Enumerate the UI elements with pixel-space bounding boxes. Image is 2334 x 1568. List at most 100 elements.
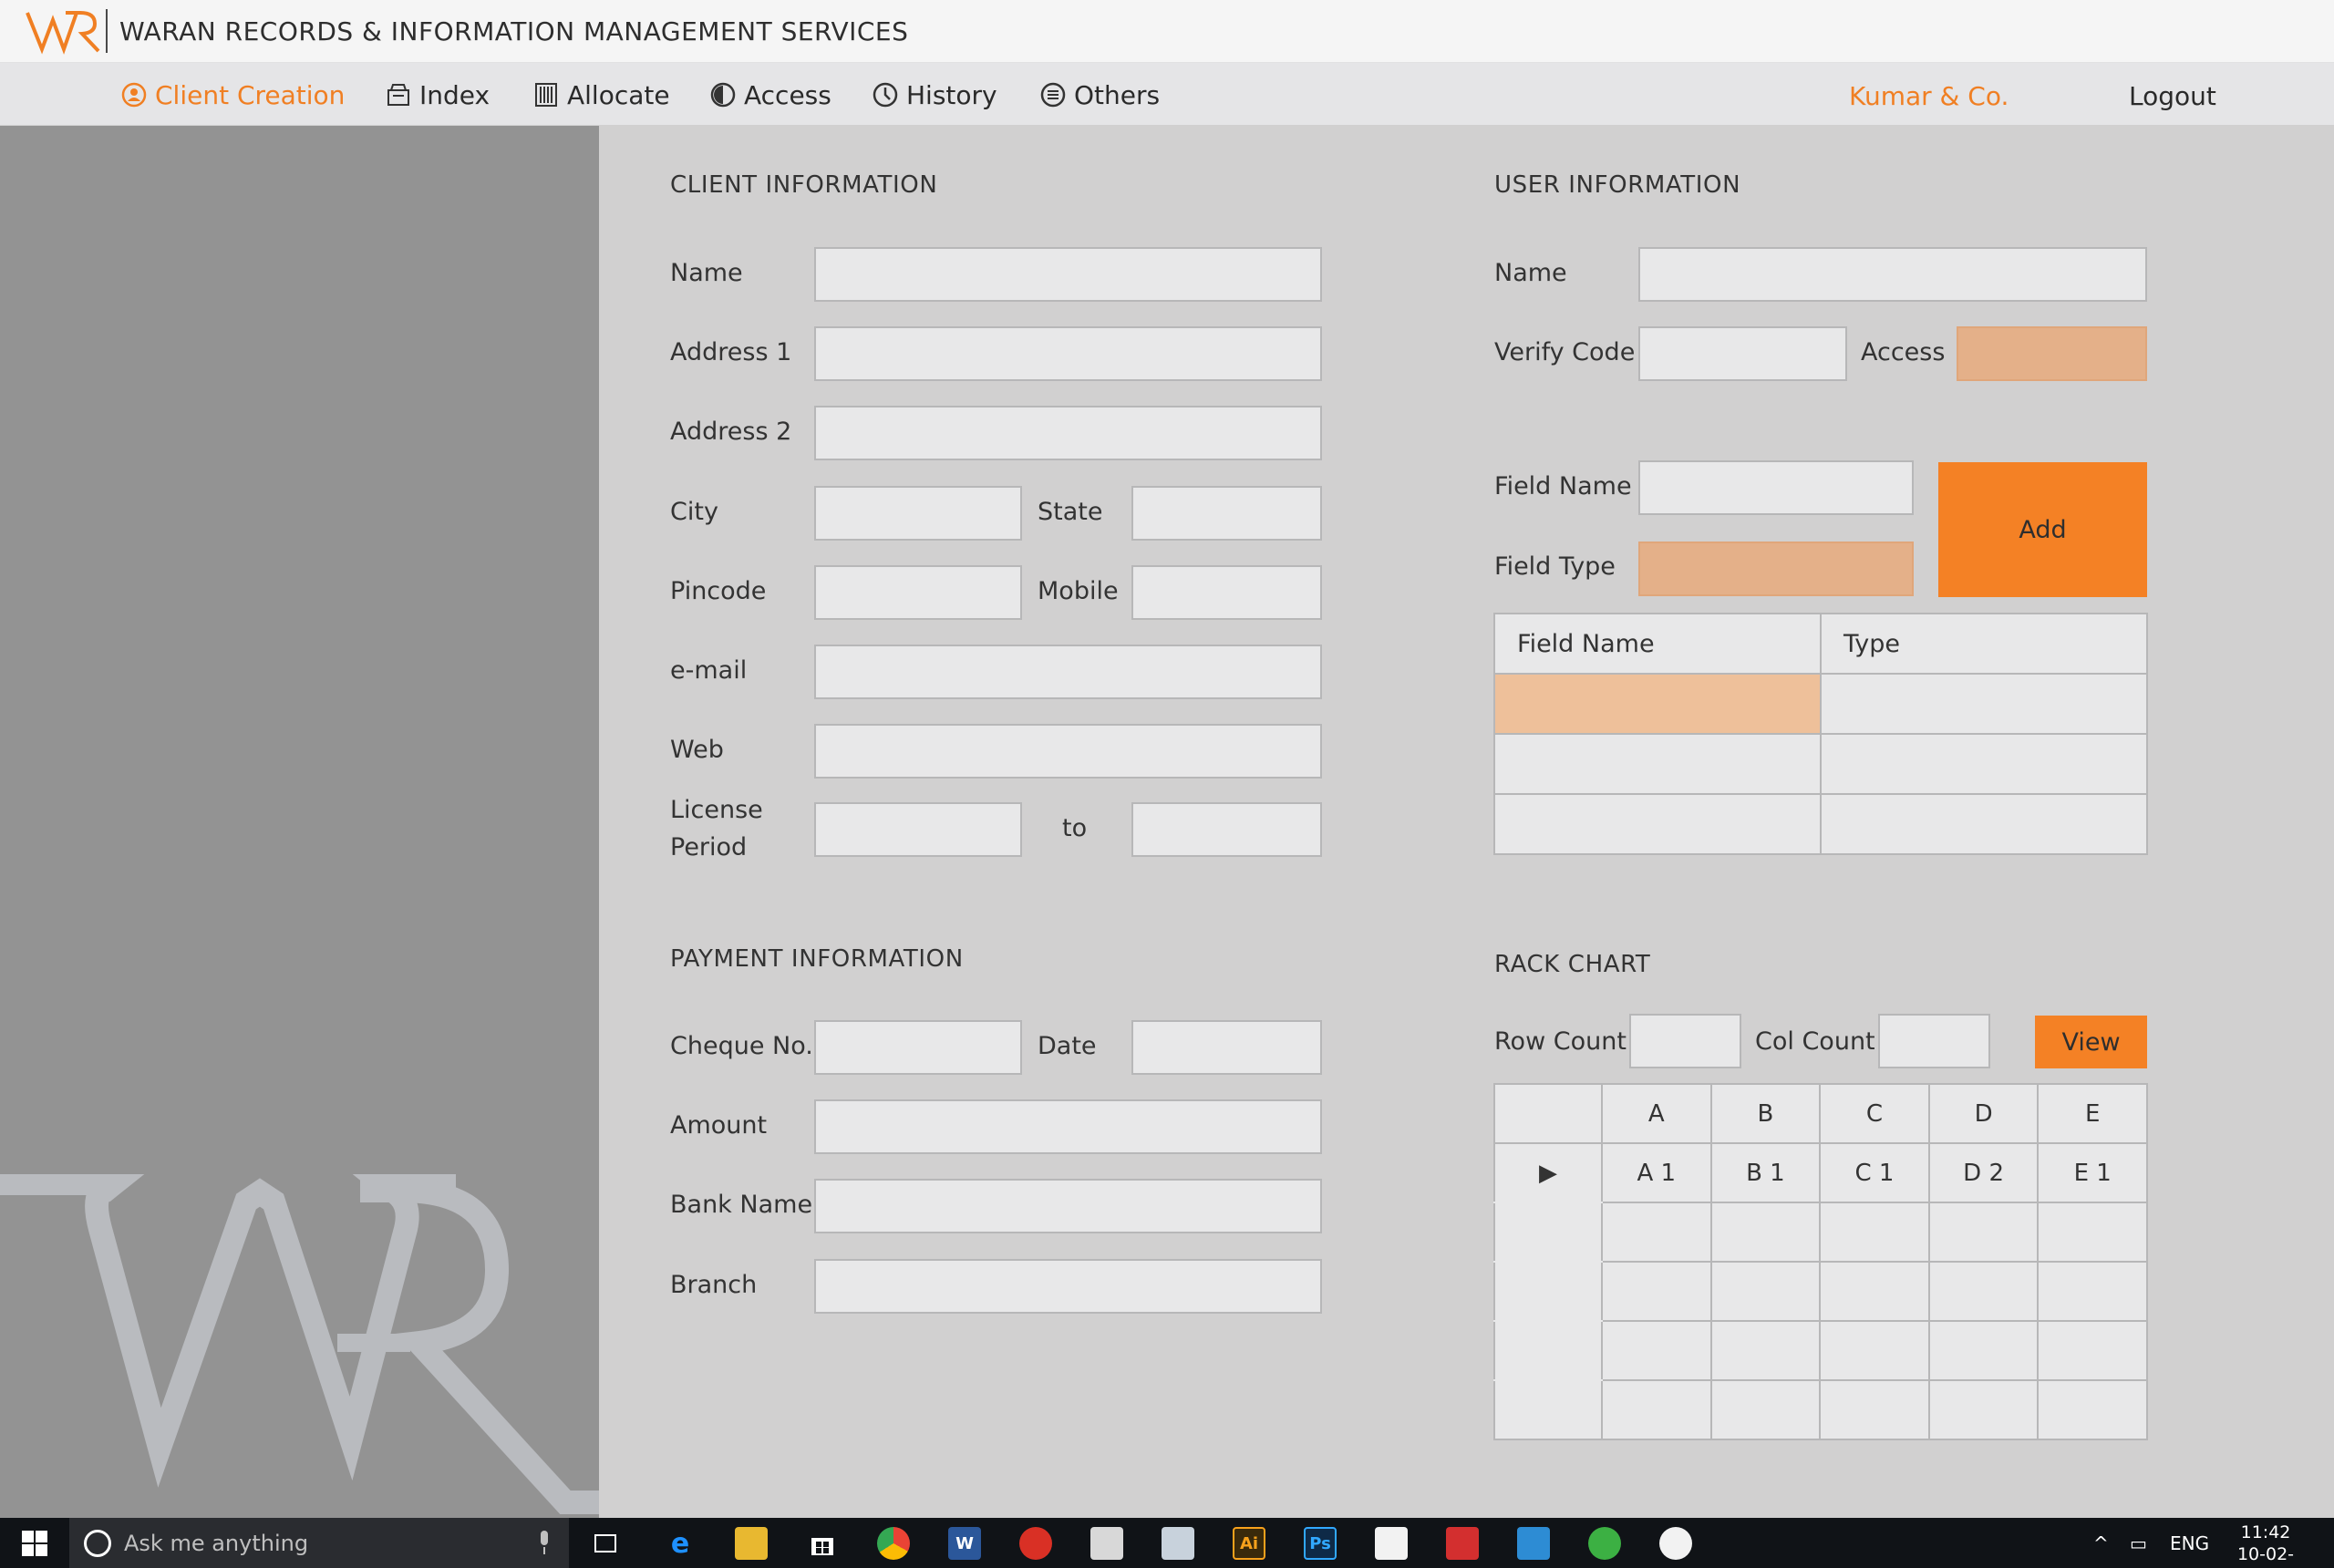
table-row[interactable]	[1493, 733, 2148, 795]
view-button[interactable]: View	[2035, 1016, 2147, 1068]
network-app-icon[interactable]	[1162, 1527, 1194, 1560]
rack-cell[interactable]	[1819, 1320, 1930, 1381]
table-row[interactable]	[1493, 1202, 2148, 1263]
greenshot-icon[interactable]	[1588, 1527, 1621, 1560]
rack-cell[interactable]	[1601, 1202, 1712, 1263]
rack-cell[interactable]	[1927, 1379, 2040, 1440]
rack-cell[interactable]	[2037, 1320, 2148, 1381]
language-indicator[interactable]: ENG	[2170, 1518, 2209, 1568]
microphone-icon[interactable]	[538, 1531, 551, 1554]
field-type-select[interactable]	[1638, 542, 1914, 596]
photoshop-icon[interactable]: Ps	[1304, 1527, 1337, 1560]
nav-client-creation[interactable]: Client Creation	[120, 79, 345, 110]
state-input[interactable]	[1131, 486, 1322, 541]
client-name-input[interactable]	[814, 247, 1322, 302]
nav-index[interactable]: Index	[385, 79, 490, 110]
rack-cell[interactable]	[1601, 1261, 1712, 1322]
chrome-icon[interactable]	[877, 1527, 910, 1560]
rack-cell[interactable]	[1601, 1320, 1712, 1381]
others-icon	[1039, 81, 1067, 108]
acrobat-icon[interactable]	[1446, 1527, 1479, 1560]
branch-input[interactable]	[814, 1259, 1322, 1314]
rack-cell[interactable]	[1601, 1379, 1712, 1440]
table-row[interactable]	[1493, 1379, 2148, 1440]
rack-cell[interactable]	[1927, 1320, 2040, 1381]
pincode-input[interactable]	[814, 565, 1022, 620]
table-cell[interactable]	[1820, 673, 2148, 735]
logout-link[interactable]: Logout	[2129, 81, 2216, 111]
app-title: WARAN RECORDS & INFORMATION MANAGEMENT S…	[119, 16, 909, 46]
rack-cell[interactable]	[2037, 1379, 2148, 1440]
rack-cell[interactable]	[1819, 1261, 1930, 1322]
calculator-icon[interactable]	[1090, 1527, 1123, 1560]
access-select[interactable]	[1957, 326, 2147, 381]
task-view-icon[interactable]	[589, 1527, 622, 1560]
date-input[interactable]	[1131, 1020, 1322, 1075]
rack-cell[interactable]	[1927, 1202, 2040, 1263]
email-input[interactable]	[814, 645, 1322, 699]
table-row[interactable]: ▶ A 1 B 1 C 1 D 2 E 1	[1493, 1142, 2148, 1203]
table-cell[interactable]	[1820, 733, 2148, 795]
table-cell[interactable]	[1493, 673, 1822, 735]
rack-cell[interactable]	[1709, 1261, 1822, 1322]
field-type-label: Field Type	[1494, 552, 1616, 581]
itunes-icon[interactable]	[1659, 1527, 1692, 1560]
table-row[interactable]	[1493, 793, 2148, 855]
field-name-input[interactable]	[1638, 460, 1914, 515]
rack-cell[interactable]	[2037, 1202, 2148, 1263]
cheque-input[interactable]	[814, 1020, 1022, 1075]
word-icon[interactable]: W	[948, 1527, 981, 1560]
table-cell[interactable]	[1820, 793, 2148, 855]
tray-chevron-icon[interactable]: ^	[2093, 1518, 2109, 1568]
rack-cell[interactable]	[2037, 1261, 2148, 1322]
address1-label: Address 1	[670, 338, 792, 366]
illustrator-icon[interactable]: Ai	[1233, 1527, 1265, 1560]
scanner-icon[interactable]	[1517, 1527, 1550, 1560]
store-icon[interactable]	[806, 1527, 839, 1560]
table-row[interactable]	[1493, 673, 2148, 735]
rack-cell[interactable]	[1709, 1202, 1822, 1263]
network-icon[interactable]: ▭	[2130, 1518, 2147, 1568]
table-cell[interactable]	[1493, 793, 1822, 855]
rack-cell[interactable]	[1819, 1202, 1930, 1263]
nav-allocate[interactable]: Allocate	[532, 79, 670, 110]
amount-input[interactable]	[814, 1099, 1322, 1154]
city-input[interactable]	[814, 486, 1022, 541]
license-to-input[interactable]	[1131, 802, 1322, 857]
mobile-input[interactable]	[1131, 565, 1322, 620]
rack-cell[interactable]	[1709, 1379, 1822, 1440]
taskbar-clock[interactable]: 11:42 10-02-2017	[2215, 1522, 2316, 1568]
add-field-button[interactable]: Add	[1938, 462, 2147, 597]
col-count-label: Col Count	[1755, 1027, 1875, 1056]
address2-input[interactable]	[814, 406, 1322, 460]
row-count-input[interactable]	[1629, 1014, 1741, 1068]
table-row[interactable]	[1493, 1261, 2148, 1322]
license-from-input[interactable]	[814, 802, 1022, 857]
rack-cell[interactable]: C 1	[1819, 1142, 1930, 1203]
table-row[interactable]	[1493, 1320, 2148, 1381]
file-explorer-icon[interactable]	[735, 1527, 768, 1560]
rack-cell[interactable]: B 1	[1709, 1142, 1822, 1203]
nav-access[interactable]: Access	[709, 79, 831, 110]
table-cell[interactable]	[1493, 733, 1822, 795]
rack-cell[interactable]	[1819, 1379, 1930, 1440]
rack-cell[interactable]: A 1	[1601, 1142, 1712, 1203]
start-button[interactable]	[0, 1518, 69, 1568]
power-icon[interactable]	[1019, 1527, 1052, 1560]
rack-cell[interactable]: D 2	[1927, 1142, 2040, 1203]
verify-code-input[interactable]	[1638, 326, 1847, 381]
taskbar-search[interactable]: Ask me anything	[69, 1518, 569, 1568]
rack-cell[interactable]	[1927, 1261, 2040, 1322]
nav-others[interactable]: Others	[1039, 79, 1160, 110]
rack-cell[interactable]: E 1	[2037, 1142, 2148, 1203]
web-input[interactable]	[814, 724, 1322, 779]
bank-name-input[interactable]	[814, 1179, 1322, 1233]
nav-history[interactable]: History	[872, 79, 997, 110]
col-count-input[interactable]	[1878, 1014, 1990, 1068]
address1-input[interactable]	[814, 326, 1322, 381]
edge-icon[interactable]: e	[664, 1527, 697, 1560]
pdf-reader-icon[interactable]	[1375, 1527, 1408, 1560]
rack-cell[interactable]	[1709, 1320, 1822, 1381]
client-info-title: CLIENT INFORMATION	[670, 171, 938, 199]
user-name-input[interactable]	[1638, 247, 2147, 302]
